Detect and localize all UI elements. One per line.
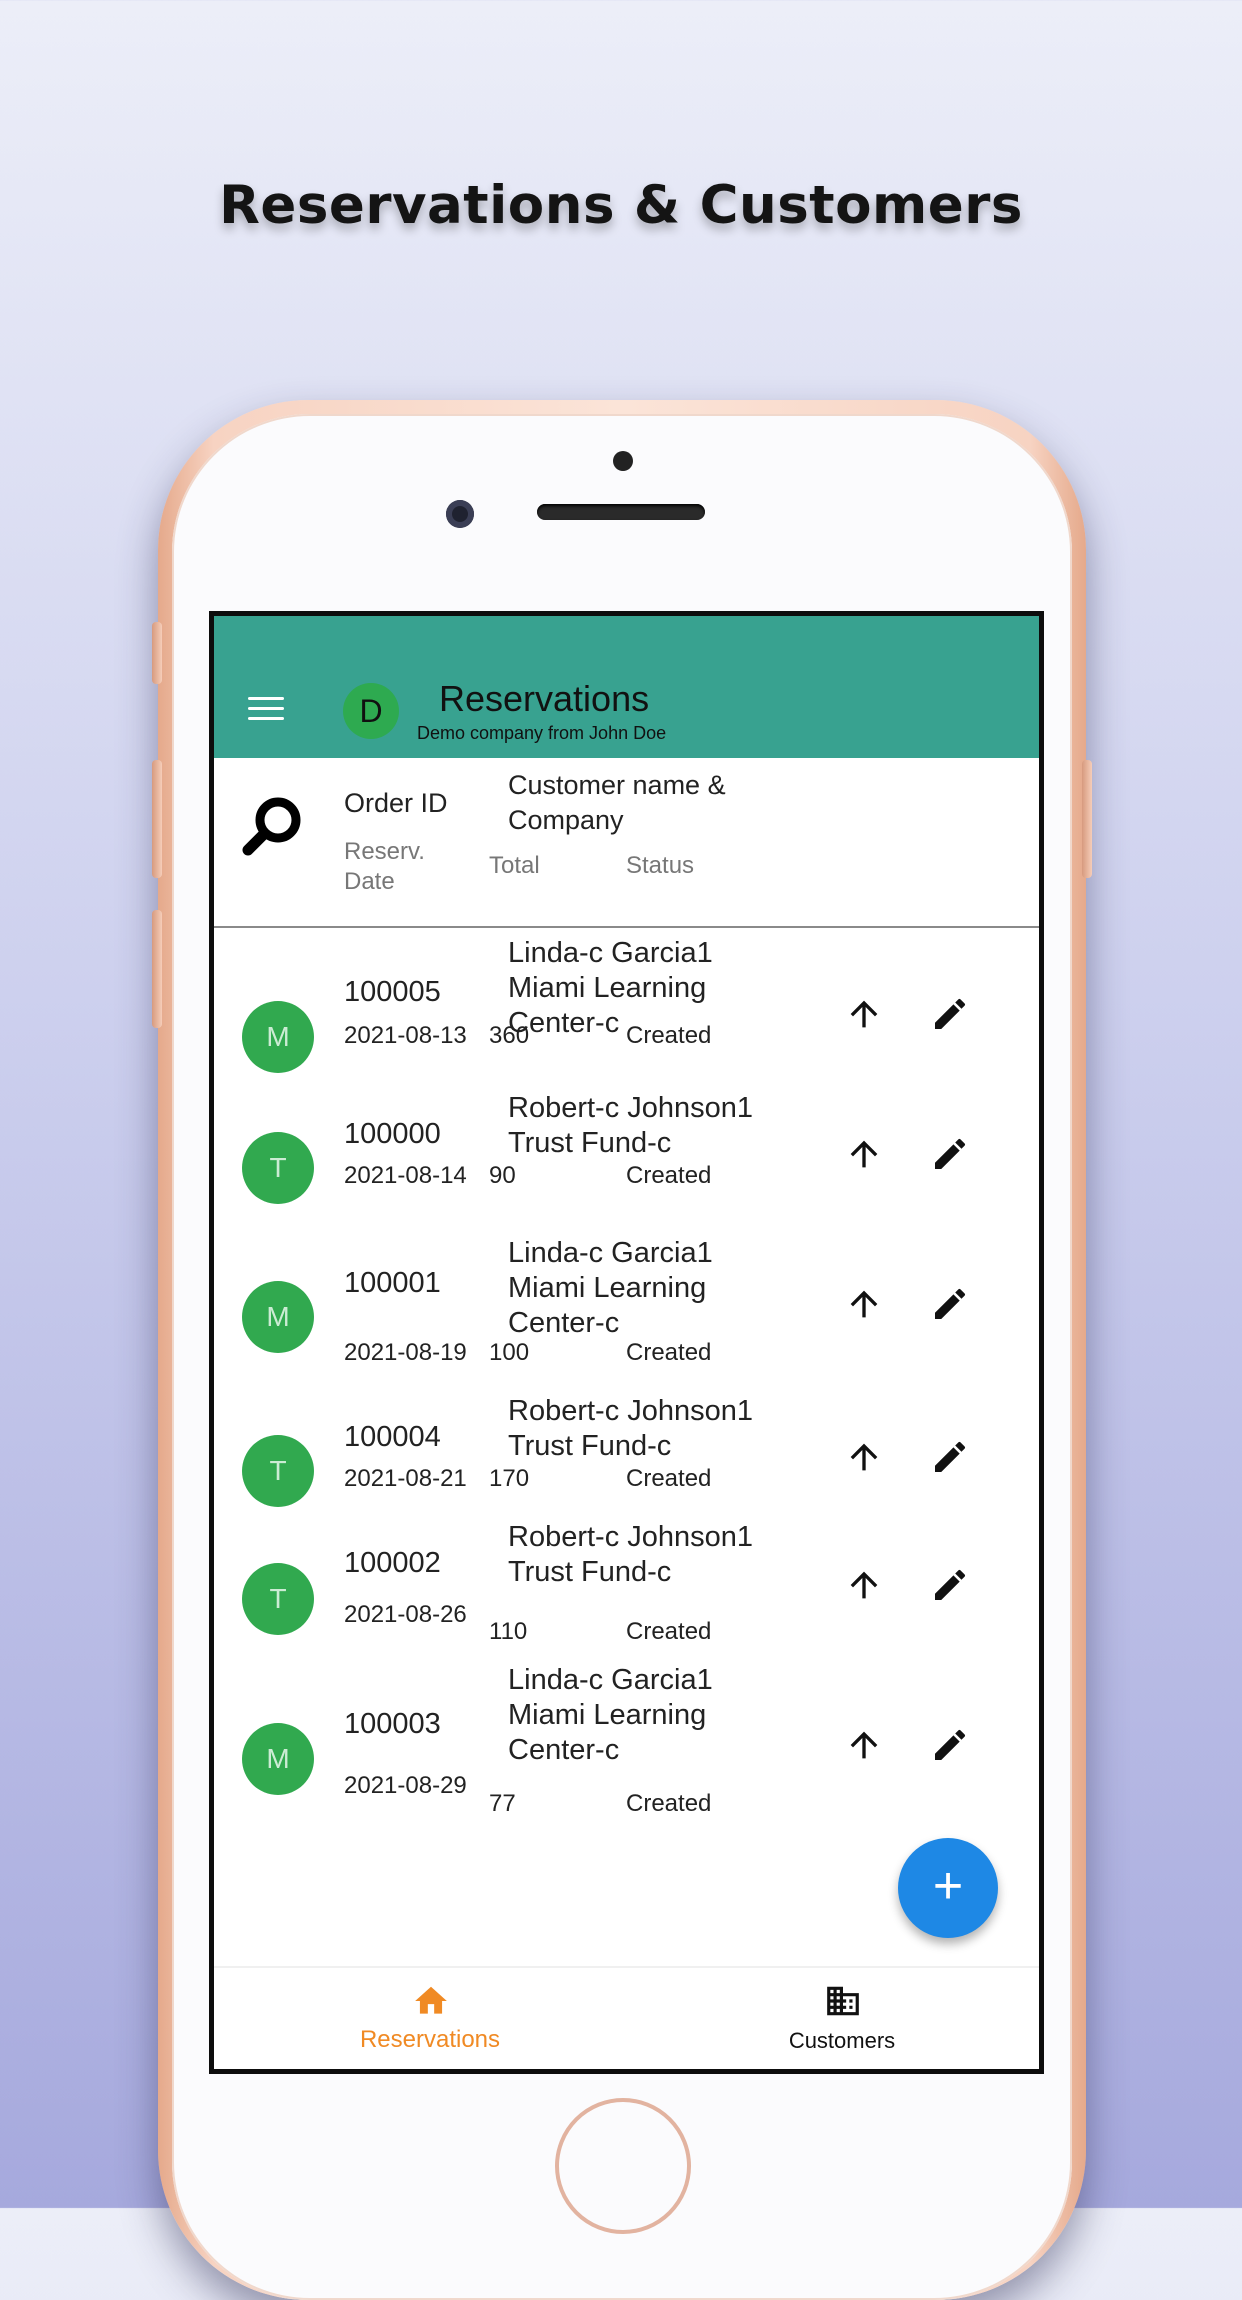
edit-icon[interactable] bbox=[930, 1437, 970, 1477]
earpiece-speaker bbox=[537, 504, 705, 520]
edit-icon[interactable] bbox=[930, 994, 970, 1034]
customer-name: Robert-c Johnson1 Trust Fund-c bbox=[508, 1092, 754, 1159]
customer-name: Robert-c Johnson1 Trust Fund-c bbox=[508, 1521, 754, 1588]
app-screen: D Reservations Demo company from John Do… bbox=[209, 611, 1044, 2074]
nav-reservations[interactable]: Reservations bbox=[280, 1968, 580, 2069]
order-id: 100004 bbox=[344, 1421, 441, 1453]
reservation-date: 2021-08-13 bbox=[344, 1022, 467, 1049]
reservation-date: 2021-08-14 bbox=[344, 1162, 467, 1189]
arrow-up-icon[interactable] bbox=[844, 1565, 884, 1605]
customer-initial-avatar: M bbox=[242, 1001, 314, 1073]
header-order-id[interactable]: Order ID bbox=[344, 788, 448, 819]
customer-name: Linda-c Garcia1 Miami Learning Center-c bbox=[508, 1237, 713, 1339]
nav-customers[interactable]: Customers bbox=[692, 1968, 992, 2069]
customer-initial-avatar: T bbox=[242, 1132, 314, 1204]
reservation-date: 2021-08-21 bbox=[344, 1465, 467, 1492]
reservation-date: 2021-08-26 bbox=[344, 1601, 467, 1628]
reservation-total: 360 bbox=[489, 1022, 530, 1049]
reservation-status: Created bbox=[626, 1790, 712, 1817]
reservation-total: 90 bbox=[489, 1162, 516, 1189]
nav-reservations-label: Reservations bbox=[359, 2026, 501, 2053]
menu-icon[interactable] bbox=[248, 697, 284, 721]
app-subtitle: Demo company from John Doe bbox=[417, 723, 667, 743]
reservation-total: 170 bbox=[489, 1465, 530, 1492]
home-button[interactable] bbox=[555, 2098, 691, 2234]
add-reservation-button[interactable]: + bbox=[898, 1838, 998, 1938]
phone-mute-switch bbox=[152, 622, 162, 684]
reservation-status: Created bbox=[626, 1022, 712, 1049]
home-icon bbox=[415, 1986, 447, 2014]
reservation-status: Created bbox=[626, 1162, 712, 1189]
list-header: Order ID Customer name & Company Reserv.… bbox=[214, 758, 1039, 928]
arrow-up-icon[interactable] bbox=[844, 1134, 884, 1174]
app-title: Reservations bbox=[439, 678, 650, 719]
page-headline: Reservations & Customers bbox=[219, 175, 1023, 236]
phone-volume-down bbox=[152, 910, 162, 1028]
reservation-date: 2021-08-29 bbox=[344, 1772, 467, 1799]
arrow-up-icon[interactable] bbox=[844, 994, 884, 1034]
customer-name: Linda-c Garcia1 Miami Learning Center-c bbox=[508, 1664, 713, 1766]
nav-customers-label: Customers bbox=[788, 2028, 896, 2053]
customer-name: Robert-c Johnson1 Trust Fund-c bbox=[508, 1395, 754, 1462]
phone-volume-up bbox=[152, 760, 162, 878]
order-id: 100002 bbox=[344, 1547, 441, 1579]
order-id: 100005 bbox=[344, 976, 441, 1008]
company-avatar[interactable]: D bbox=[343, 683, 399, 739]
proximity-sensor bbox=[613, 451, 633, 471]
bottom-navigation: Reservations Customers bbox=[214, 1966, 1039, 2069]
front-camera bbox=[446, 500, 474, 528]
customer-initial-avatar: T bbox=[242, 1563, 314, 1635]
customer-initial-avatar: M bbox=[242, 1723, 314, 1795]
reservation-status: Created bbox=[626, 1465, 712, 1492]
reservation-status: Created bbox=[626, 1339, 712, 1366]
header-total[interactable]: Total bbox=[489, 852, 540, 880]
phone-power-button bbox=[1082, 760, 1092, 878]
customer-initial-avatar: T bbox=[242, 1435, 314, 1507]
edit-icon[interactable] bbox=[930, 1284, 970, 1324]
building-icon bbox=[827, 1986, 859, 2016]
edit-icon[interactable] bbox=[930, 1565, 970, 1605]
reservation-total: 110 bbox=[489, 1618, 528, 1645]
arrow-up-icon[interactable] bbox=[844, 1284, 884, 1324]
order-id: 100001 bbox=[344, 1267, 441, 1299]
reservation-status: Created bbox=[626, 1618, 712, 1645]
order-id: 100000 bbox=[344, 1118, 441, 1150]
reservation-total: 100 bbox=[489, 1339, 530, 1366]
search-icon[interactable] bbox=[240, 794, 304, 858]
edit-icon[interactable] bbox=[930, 1134, 970, 1174]
app-bar: D Reservations Demo company from John Do… bbox=[214, 616, 1039, 758]
order-id: 100003 bbox=[344, 1708, 441, 1740]
header-customer[interactable]: Customer name & Company bbox=[508, 768, 788, 838]
header-status[interactable]: Status bbox=[626, 852, 694, 880]
arrow-up-icon[interactable] bbox=[844, 1437, 884, 1477]
reservation-total: 77 bbox=[489, 1790, 516, 1817]
reservation-date: 2021-08-19 bbox=[344, 1339, 467, 1366]
edit-icon[interactable] bbox=[930, 1725, 970, 1765]
arrow-up-icon[interactable] bbox=[844, 1725, 884, 1765]
customer-initial-avatar: M bbox=[242, 1281, 314, 1353]
header-date[interactable]: Reserv. Date bbox=[344, 837, 454, 897]
